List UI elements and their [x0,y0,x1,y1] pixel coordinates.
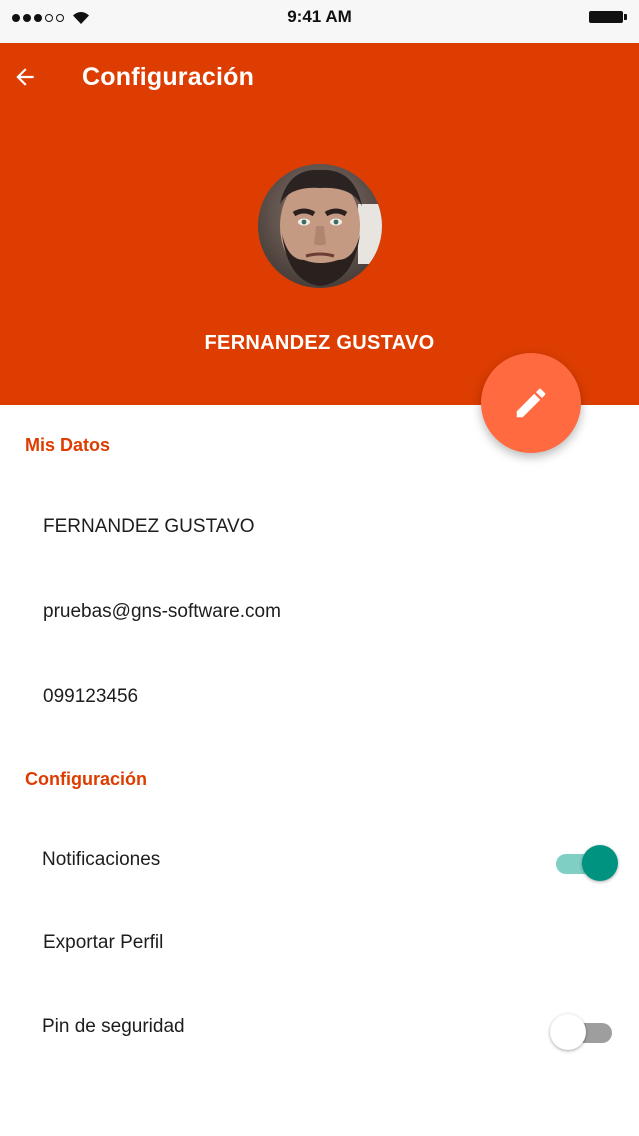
notifications-toggle[interactable] [552,843,618,883]
security-pin-label: Pin de seguridad [42,1016,185,1037]
toggle-thumb [582,845,618,881]
avatar [258,164,382,288]
arrow-left-icon [16,68,34,86]
profile-header: Configuración FERNANDEZ GUSTAVO [0,43,639,405]
toggle-thumb [550,1014,586,1050]
status-bar: 9:41 AM [0,0,639,43]
edit-profile-button[interactable] [481,353,581,453]
section-title-mis-datos: Mis Datos [25,435,111,455]
user-phone-field[interactable]: 099123456 [43,686,138,708]
battery-icon [589,11,627,23]
section-title-configuracion: Configuración [25,769,147,789]
status-time: 9:41 AM [287,7,352,26]
export-profile-item[interactable]: Exportar Perfil [43,932,163,954]
pencil-icon [516,388,546,418]
page-title: Configuración [82,63,255,91]
profile-name: FERNANDEZ GUSTAVO [204,332,435,354]
back-button[interactable] [8,60,42,94]
user-email-field[interactable]: pruebas@gns-software.com [43,601,281,623]
security-pin-toggle[interactable] [550,1012,616,1052]
user-name-field[interactable]: FERNANDEZ GUSTAVO [43,516,254,538]
notifications-label: Notificaciones [42,849,161,870]
avatar-image [258,164,382,288]
